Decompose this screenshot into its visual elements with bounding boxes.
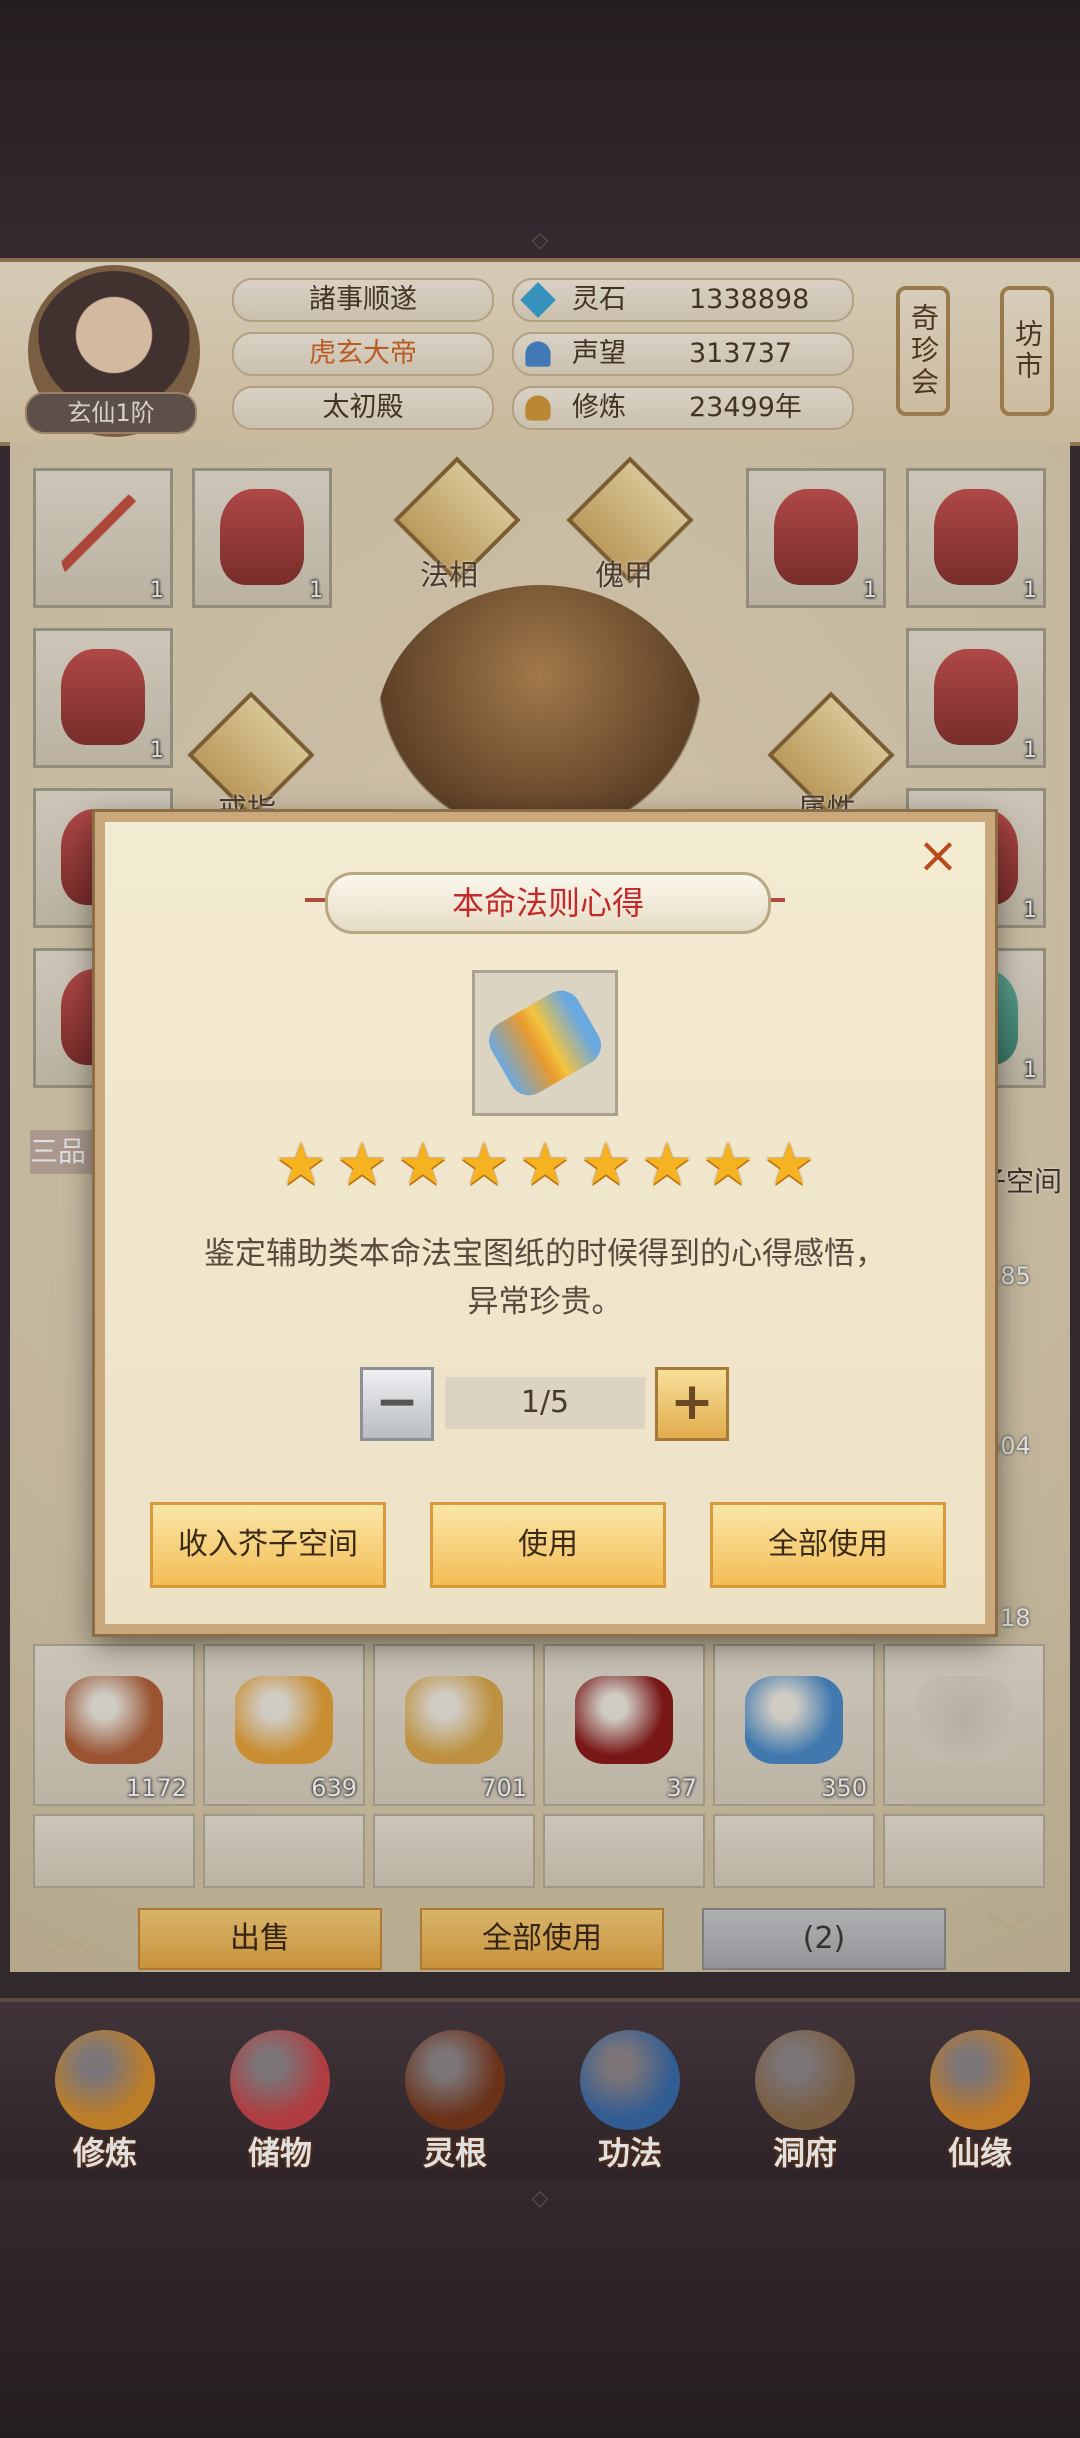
description-line: 鉴定辅助类本命法宝图纸的时候得到的心得感悟， [204, 1236, 886, 1272]
star-icon: ★ [580, 1130, 632, 1198]
star-rating: ★ ★ ★ ★ ★ ★ ★ ★ ★ [105, 1130, 985, 1198]
use-button[interactable]: 使用 [430, 1502, 666, 1588]
item-icon-frame [472, 970, 618, 1116]
close-icon[interactable]: × [913, 830, 963, 880]
star-icon: ★ [702, 1130, 754, 1198]
use-all-dialog-button[interactable]: 全部使用 [710, 1502, 946, 1588]
star-icon: ★ [458, 1130, 510, 1198]
quantity-decrease-button[interactable]: − [360, 1367, 434, 1441]
quantity-increase-button[interactable]: + [655, 1367, 729, 1441]
item-detail-dialog: 本命法则心得 × ★ ★ ★ ★ ★ ★ ★ ★ ★ 鉴定辅助类本命法宝图纸的时候得到的心得感悟… [95, 812, 995, 1634]
item-description: 鉴定辅助类本命法宝图纸的时候得到的心得感悟， 异常珍贵。 [145, 1230, 945, 1326]
star-icon: ★ [641, 1130, 693, 1198]
star-icon: ★ [397, 1130, 449, 1198]
description-line: 异常珍贵。 [467, 1284, 623, 1320]
star-icon: ★ [763, 1130, 815, 1198]
star-icon: ★ [519, 1130, 571, 1198]
quantity-field[interactable]: 1/5 [445, 1377, 645, 1429]
store-to-storage-button[interactable]: 收入芥子空间 [150, 1502, 386, 1588]
star-icon: ★ [336, 1130, 388, 1198]
dialog-title: 本命法则心得 [325, 872, 771, 934]
scroll-icon [481, 983, 609, 1103]
star-icon: ★ [275, 1130, 327, 1198]
